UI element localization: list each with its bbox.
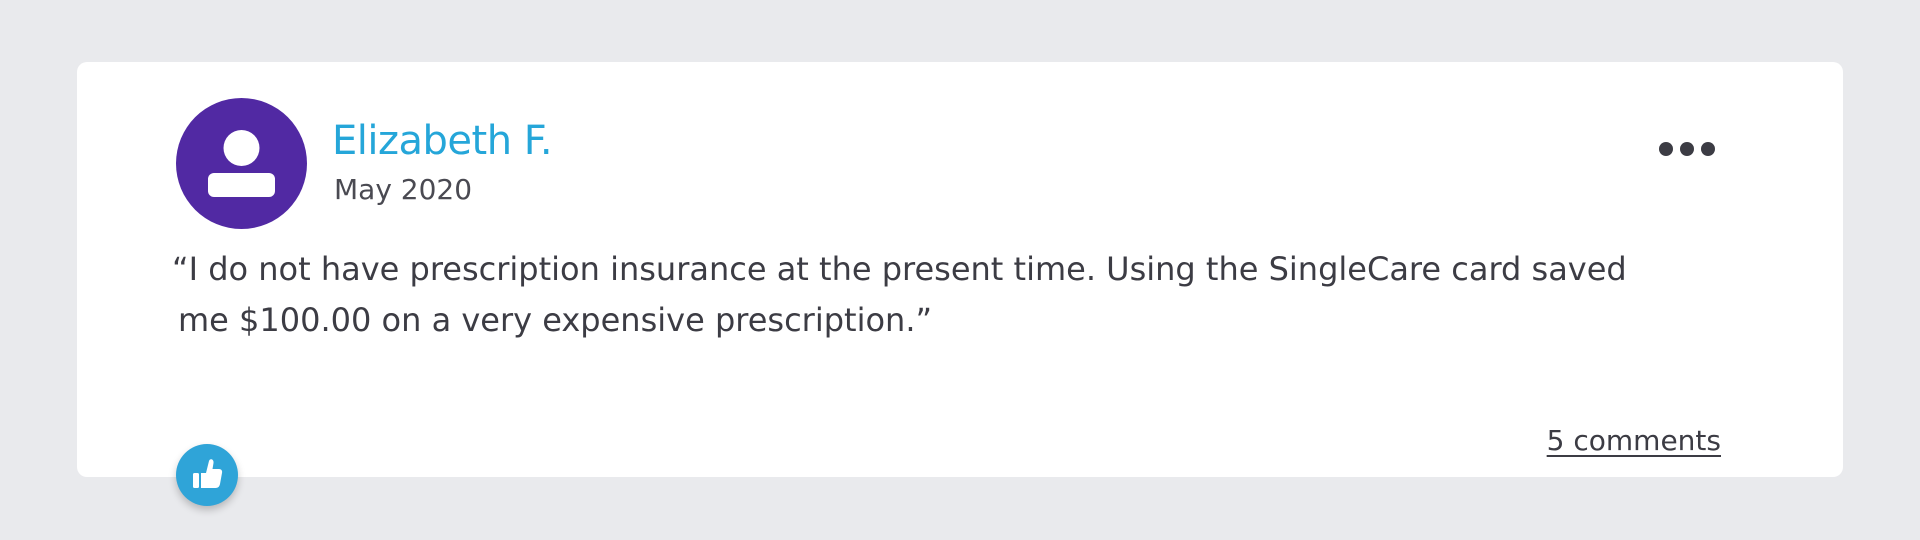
comments-link[interactable]: 5 comments (1547, 424, 1721, 457)
review-quote: “I do not have prescription insurance at… (172, 244, 1732, 346)
more-horizontal-icon-dot (1701, 142, 1715, 156)
author-name: Elizabeth F. (332, 118, 553, 164)
review-quote-line: “I do not have prescription insurance at… (172, 250, 1627, 288)
review-date: May 2020 (334, 173, 473, 206)
like-button[interactable] (176, 444, 238, 506)
more-options-button[interactable] (1659, 134, 1719, 164)
more-horizontal-icon-dot (1659, 142, 1673, 156)
more-horizontal-icon-dot (1680, 142, 1694, 156)
thumbs-up-icon (193, 459, 223, 488)
review-quote-line: me $100.00 on a very expensive prescript… (178, 301, 933, 339)
avatar (176, 98, 307, 229)
review-card: Elizabeth F. May 2020 “I do not have pre… (77, 62, 1843, 477)
user-icon (208, 130, 275, 197)
